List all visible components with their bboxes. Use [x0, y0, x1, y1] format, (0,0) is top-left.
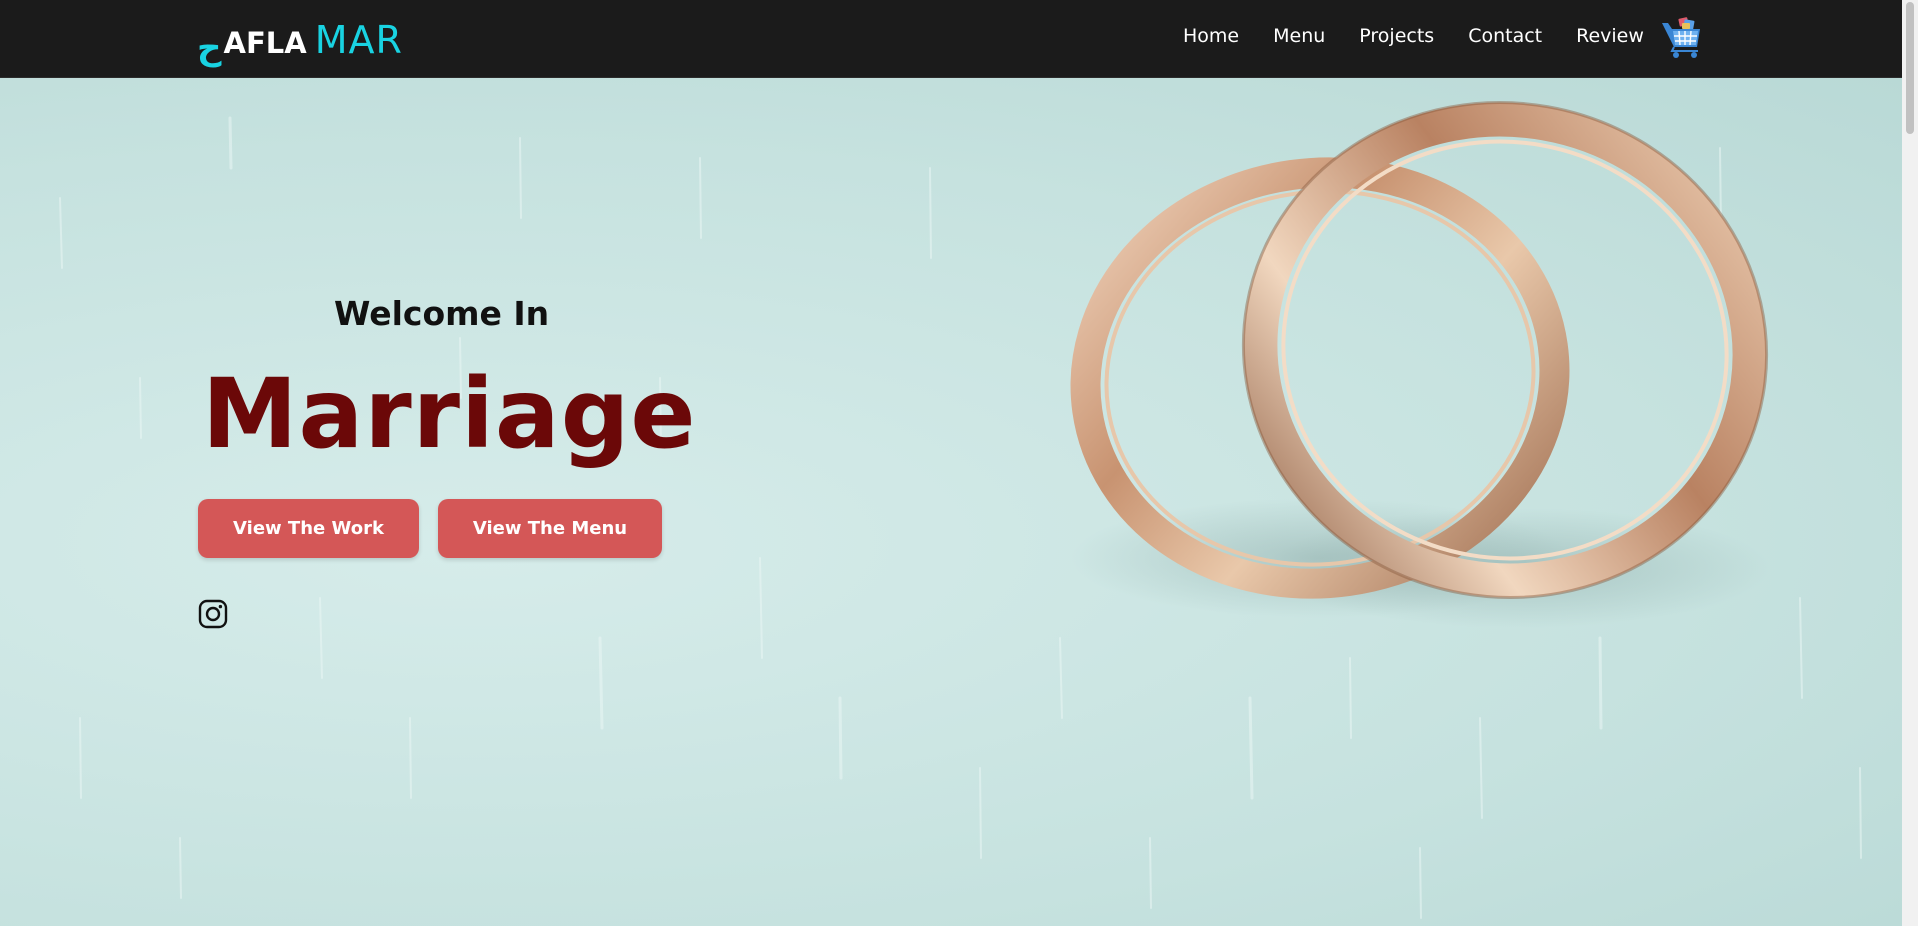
- nav-link-home[interactable]: Home: [1183, 25, 1239, 47]
- main-nav: Home Menu Projects Contact Review: [1183, 25, 1644, 47]
- nav-link-review[interactable]: Review: [1576, 25, 1644, 47]
- hero-headline: Marriage: [202, 358, 697, 470]
- shopping-cart-icon[interactable]: [1660, 17, 1704, 59]
- welcome-heading: Welcome In: [334, 294, 550, 333]
- hero-section: Welcome In Marriage View The Work View T…: [0, 78, 1902, 926]
- view-work-button[interactable]: View The Work: [198, 499, 419, 558]
- scrollbar-thumb[interactable]: [1906, 2, 1914, 134]
- navbar: ح AFLA MAR Home Menu Projects Contact Re…: [0, 0, 1902, 78]
- logo-mar-text: MAR: [314, 18, 403, 62]
- nav-link-contact[interactable]: Contact: [1468, 25, 1542, 47]
- page-scrollbar[interactable]: [1902, 0, 1918, 926]
- logo-afla-text: AFLA: [223, 26, 307, 60]
- nav-link-projects[interactable]: Projects: [1359, 25, 1434, 47]
- nav-link-menu[interactable]: Menu: [1273, 25, 1325, 47]
- view-menu-button[interactable]: View The Menu: [438, 499, 662, 558]
- logo-arabic-letter: ح: [197, 28, 222, 68]
- site-logo[interactable]: ح AFLA MAR: [197, 18, 403, 68]
- wedding-rings-image: [1070, 101, 1770, 628]
- instagram-icon[interactable]: [198, 599, 228, 629]
